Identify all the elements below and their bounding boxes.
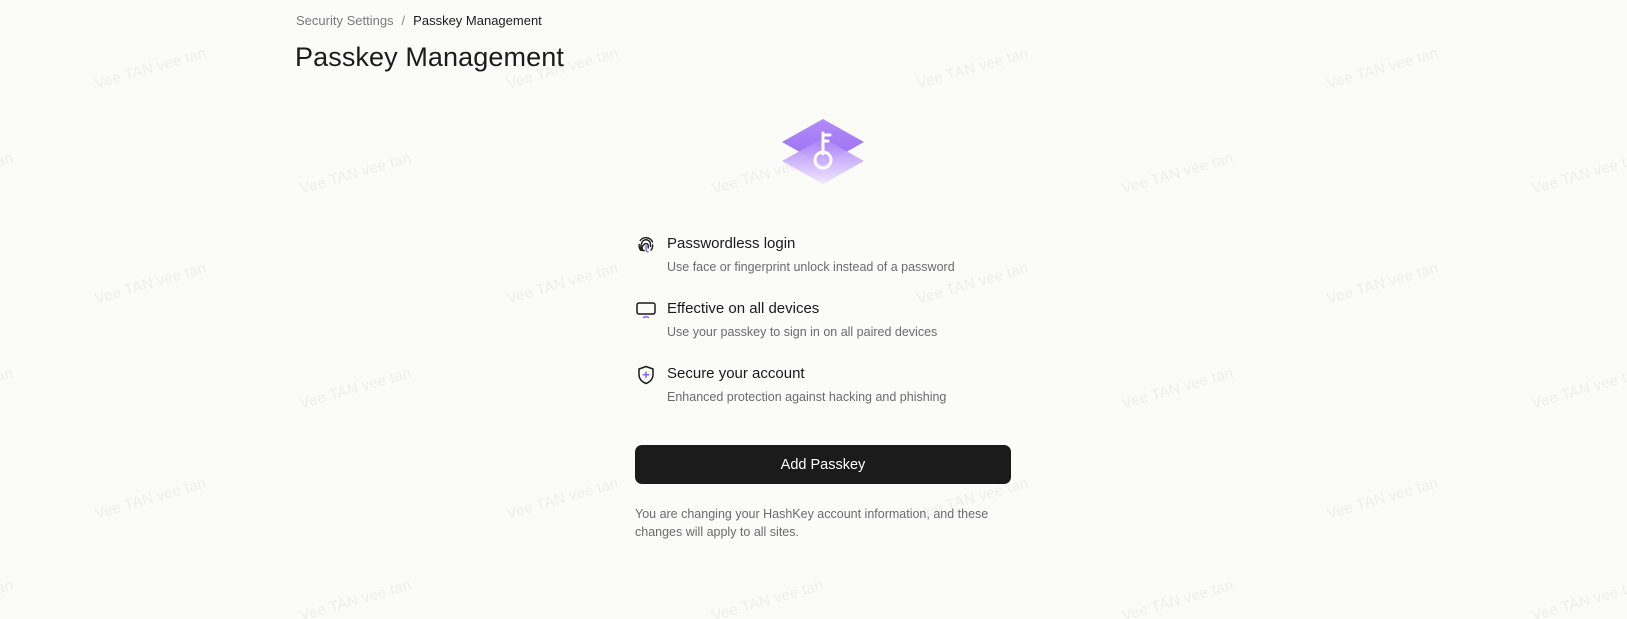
feature-item: Passwordless login Use face or fingerpri…: [635, 234, 1015, 299]
feature-list: Passwordless login Use face or fingerpri…: [635, 234, 1015, 429]
breadcrumb-current: Passkey Management: [413, 13, 542, 28]
passkey-key-icon: [780, 118, 866, 188]
shield-icon: [635, 364, 657, 386]
feature-title: Secure your account: [667, 365, 805, 382]
feature-item: Effective on all devices Use your passke…: [635, 299, 1015, 364]
notice-text: You are changing your HashKey account in…: [635, 507, 989, 539]
breadcrumb-separator: /: [401, 13, 406, 28]
feature-title: Effective on all devices: [667, 300, 820, 317]
page-content: Security Settings / Passkey Management P…: [0, 0, 1627, 619]
page-title: Passkey Management: [295, 42, 564, 72]
feature-description: Use face or fingerprint unlock instead o…: [667, 260, 955, 274]
feature-item: Secure your account Enhanced protection …: [635, 364, 1015, 429]
add-passkey-button[interactable]: Add Passkey: [635, 445, 1011, 484]
feature-title: Passwordless login: [667, 235, 796, 252]
breadcrumb-security-settings-link[interactable]: Security Settings: [296, 13, 394, 28]
fingerprint-icon: [635, 234, 657, 256]
feature-description: Use your passkey to sign in on all paire…: [667, 325, 938, 339]
breadcrumb: Security Settings / Passkey Management: [296, 13, 542, 28]
feature-description: Enhanced protection against hacking and …: [667, 390, 947, 404]
devices-icon: [635, 299, 657, 321]
